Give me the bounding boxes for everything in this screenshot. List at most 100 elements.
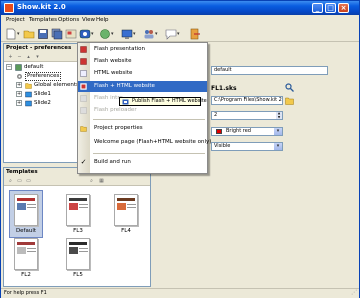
menu-item-label: HTML website [94,70,133,76]
tooltip: Publish Flash + HTML website [119,97,207,106]
status-text: For help press F1 [4,290,47,296]
path-field[interactable]: C:\Program Files\Show.kit 2.0\ [211,96,283,105]
exit-icon[interactable] [189,28,201,40]
preview-dropdown-icon[interactable]: ▾ [133,32,137,37]
users-icon[interactable] [143,28,155,40]
templates-icon[interactable] [65,28,77,40]
view-dropdown-icon[interactable]: ▾ [111,32,115,37]
app-window: Show.kit 2.0 _ □ × Project Templates Opt… [0,0,360,298]
tree-node-slide2-label: Slide2 [34,100,51,106]
add-icon[interactable]: + [7,54,14,61]
new-file-icon[interactable] [5,28,17,40]
publish-menu: Flash presentation Flash website HTML we… [77,42,211,174]
flash-intro-icon [80,95,87,102]
menu-help[interactable]: Help [96,17,109,23]
menu-view[interactable]: View [82,17,95,23]
comment-dropdown-icon[interactable]: ▾ [177,32,181,37]
collapse-icon[interactable]: − [6,64,12,70]
flash-icon [80,58,87,65]
visibility-select[interactable]: Visible ▾ [211,142,283,151]
move-down-icon[interactable]: ▾ [34,54,41,61]
close-button[interactable]: × [338,3,349,13]
menu-item-welcome-page[interactable]: Welcome page (Flash+HTML website only) [78,137,211,148]
template-thumbnail-fl4[interactable] [114,194,138,226]
project-icon [15,64,22,71]
number-stepper[interactable]: 2 ▲ ▼ [211,111,283,120]
comment-icon[interactable] [165,28,177,40]
menu-item-label: Flash presentation [94,46,145,52]
menu-item-label: Flash website [94,58,132,64]
visibility-select-value: Visible [214,143,231,149]
preview-icon[interactable] [121,28,133,40]
menu-separator [93,119,205,120]
menu-templates[interactable]: Templates [29,17,57,23]
open-folder-icon[interactable] [23,28,35,40]
chevron-down-icon[interactable]: ▾ [274,128,282,135]
flash-preloader-icon [80,107,87,114]
publish-icon[interactable] [79,28,91,40]
maximize-button[interactable]: □ [325,3,336,13]
tooltip-text: Publish Flash + HTML website [132,98,207,104]
menu-item-flash-preloader[interactable]: Flash preloader [78,105,207,116]
folder-icon [25,83,32,89]
options-icon[interactable]: ▦ [98,178,105,185]
folder-icon[interactable]: ▭ [25,178,32,185]
tree-node-preferences-label: Preferences [25,72,62,81]
menu-options[interactable]: Options [58,17,79,23]
menu-item-project-properties[interactable]: Project properties [78,123,207,134]
tree-node-slide1[interactable]: + Slide1 [16,90,76,99]
view-icon[interactable] [99,28,111,40]
menu-item-label: Build and run [94,159,131,165]
project-panel-title-text: Project - preferences [6,45,72,51]
new-dropdown-icon[interactable]: ▾ [17,32,21,37]
minimize-button[interactable]: _ [312,3,323,13]
menu-item-flash-html-website[interactable]: Flash + HTML website [78,81,207,92]
menu-project[interactable]: Project [6,17,25,23]
save-icon[interactable] [37,28,49,40]
template-label-fl5: FL5 [73,272,83,278]
menu-item-flash-website[interactable]: Flash website [78,56,207,67]
move-up-icon[interactable]: ▴ [25,54,32,61]
zoom-icon[interactable]: ⌕ [88,178,95,185]
expand-icon[interactable]: + [16,100,22,106]
search-icon[interactable] [285,83,294,92]
color-swatch [216,129,222,134]
save-all-icon[interactable] [51,28,63,40]
template-thumbnail-default[interactable] [14,194,38,226]
users-dropdown-icon[interactable]: ▾ [155,32,159,37]
tree-node-slide2[interactable]: + Slide2 [16,99,76,108]
menu-item-flash-presentation[interactable]: Flash presentation [78,44,207,55]
checkmark-icon: ✓ [80,158,87,166]
remove-icon[interactable]: − [16,54,23,61]
menu-separator [93,153,205,154]
settings-icon [17,74,22,79]
browse-folder-icon[interactable] [285,96,294,105]
name-field[interactable]: default [211,66,328,75]
window-title: Show.kit 2.0 [17,3,66,11]
tree-node-global-elements-label: Global elements [34,82,79,88]
tree-node-default[interactable]: − default [6,63,86,72]
publish-dropdown-icon[interactable]: ▾ [91,32,95,37]
main-toolbar: ▾ ▾ ▾ ▾ ▾ ▾ [1,26,359,42]
menu-bar: Project Templates Options View Help [1,15,359,26]
template-label-fl3: FL3 [73,228,83,234]
expand-icon[interactable]: + [16,91,22,97]
template-thumbnail-fl2[interactable] [14,238,38,270]
expand-icon[interactable]: + [16,82,22,88]
tree-node-default-label: default [24,64,44,70]
resize-grip-icon[interactable]: ⋰ [351,288,357,297]
title-bar[interactable]: Show.kit 2.0 _ □ × [1,1,359,15]
template-thumbnail-fl3[interactable] [66,194,90,226]
flash-html-icon [80,83,87,90]
menu-item-html-website[interactable]: HTML website [78,68,207,79]
menu-item-build-and-run[interactable]: ✓ Build and run [78,157,207,168]
tree-node-slide1-label: Slide1 [34,91,51,97]
menu-item-label: Welcome page (Flash+HTML website only) [94,139,212,145]
open-folder-icon[interactable]: ▭ [16,178,23,185]
color-select[interactable]: Bright red ▾ [211,127,283,136]
template-thumbnail-fl5[interactable] [66,238,90,270]
search-icon[interactable]: ⌕ [7,178,14,185]
chevron-down-icon[interactable]: ▾ [274,143,282,150]
number-stepper-value: 2 [214,112,218,118]
spin-arrows-icon[interactable]: ▲ ▼ [276,112,282,119]
